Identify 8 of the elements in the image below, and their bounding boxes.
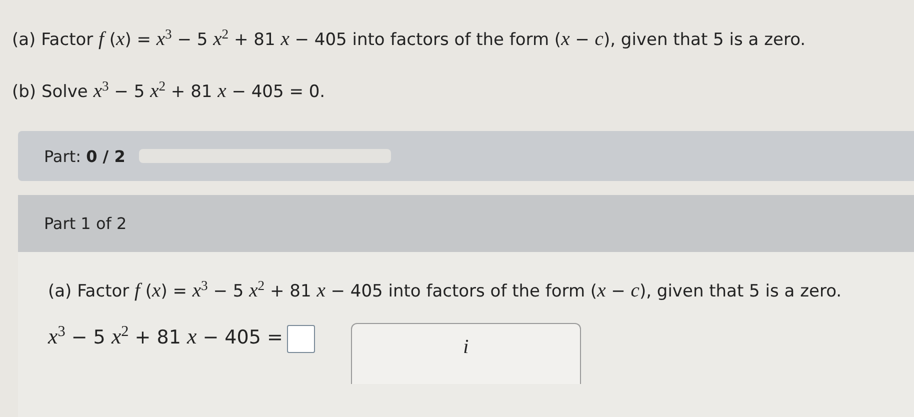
equation-text: x$^{3}$ − 5 x$^{2}$ + 81 x − 405 = (48, 322, 283, 350)
part-title: Part 1 of 2 (44, 214, 127, 234)
question-text: (a) Factor f (x) = x$^{3}$ − 5 x$^{2}$ + 81 x − 405 into factors of the form (x − c), given that 5 is a zero. (12, 30, 806, 50)
answer-field[interactable] (286, 324, 315, 353)
prompt-text: (a) Factor f (x) = x$^{3}$ − 5 x$^{2}$ + 81 x − 405 into factors of the form (x − c), given that 5 is a zero. (48, 278, 842, 303)
question-text: (b) Solve x$^{3}$ − 5 x$^{2}$ + 81 x − 405 = 0. (12, 82, 326, 102)
progress-label: Part: 0 / 2 (44, 146, 126, 166)
italic-button[interactable]: i (455, 330, 477, 365)
